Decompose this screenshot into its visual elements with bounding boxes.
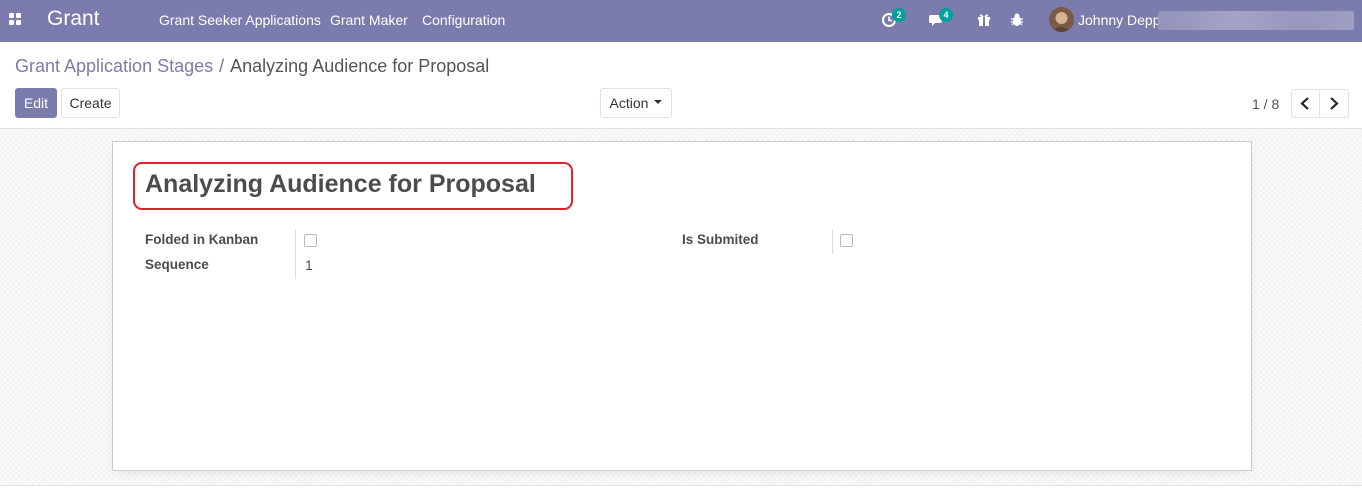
avatar[interactable] <box>1049 7 1074 32</box>
pager-previous-button[interactable] <box>1291 89 1320 118</box>
top-navbar: Grant Grant Seeker Applications Grant Ma… <box>0 0 1362 42</box>
action-label: Action <box>609 95 649 111</box>
chevron-right-icon <box>1330 97 1339 110</box>
breadcrumb-separator: / <box>219 56 225 76</box>
control-panel: Grant Application Stages / Analyzing Audie… <box>0 42 1362 129</box>
blurred-user-info <box>1158 11 1354 30</box>
pager-value[interactable]: 1 / 8 <box>1252 96 1279 112</box>
pager-next-button[interactable] <box>1320 89 1349 118</box>
edit-button[interactable]: Edit <box>15 88 57 118</box>
action-dropdown[interactable]: Action <box>600 88 672 118</box>
user-name[interactable]: Johnny Depp <box>1078 12 1161 28</box>
breadcrumb-current: Analyzing Audience for Proposal <box>230 56 490 76</box>
folded-in-kanban-label: Folded in Kanban <box>145 232 259 247</box>
activity-count-badge: 2 <box>892 8 906 22</box>
app-brand[interactable]: Grant <box>47 7 100 31</box>
is-submited-checkbox[interactable] <box>840 234 853 247</box>
debug-button[interactable] <box>1010 11 1026 29</box>
record-title: Analyzing Audience for Proposal <box>145 170 536 198</box>
messages-count-badge: 4 <box>939 8 953 22</box>
menu-configuration[interactable]: Configuration <box>422 12 505 28</box>
apps-icon[interactable] <box>9 13 22 26</box>
menu-grant-maker[interactable]: Grant Maker <box>330 12 408 28</box>
breadcrumb: Grant Application Stages / Analyzing Audie… <box>15 56 489 77</box>
form-view-background: Analyzing Audience for Proposal Folded i… <box>0 129 1362 486</box>
chevron-left-icon <box>1300 97 1309 110</box>
gift-icon <box>978 14 990 26</box>
create-button[interactable]: Create <box>61 88 120 118</box>
field-separator <box>832 229 833 254</box>
field-separator <box>295 229 296 279</box>
folded-in-kanban-checkbox[interactable] <box>304 234 317 247</box>
caret-down-icon <box>654 100 663 105</box>
menu-grant-seeker-applications[interactable]: Grant Seeker Applications <box>159 12 321 28</box>
breadcrumb-parent[interactable]: Grant Application Stages <box>15 56 213 76</box>
bug-icon <box>1011 13 1023 26</box>
is-submited-label: Is Submited <box>682 232 759 247</box>
form-sheet: Analyzing Audience for Proposal Folded i… <box>112 141 1252 471</box>
gift-button[interactable] <box>977 11 993 29</box>
messages-button[interactable]: 4 <box>929 8 955 29</box>
bottom-divider <box>0 485 1362 486</box>
sequence-value: 1 <box>305 257 313 273</box>
sequence-label: Sequence <box>145 257 209 272</box>
activity-button[interactable]: 2 <box>882 8 908 29</box>
